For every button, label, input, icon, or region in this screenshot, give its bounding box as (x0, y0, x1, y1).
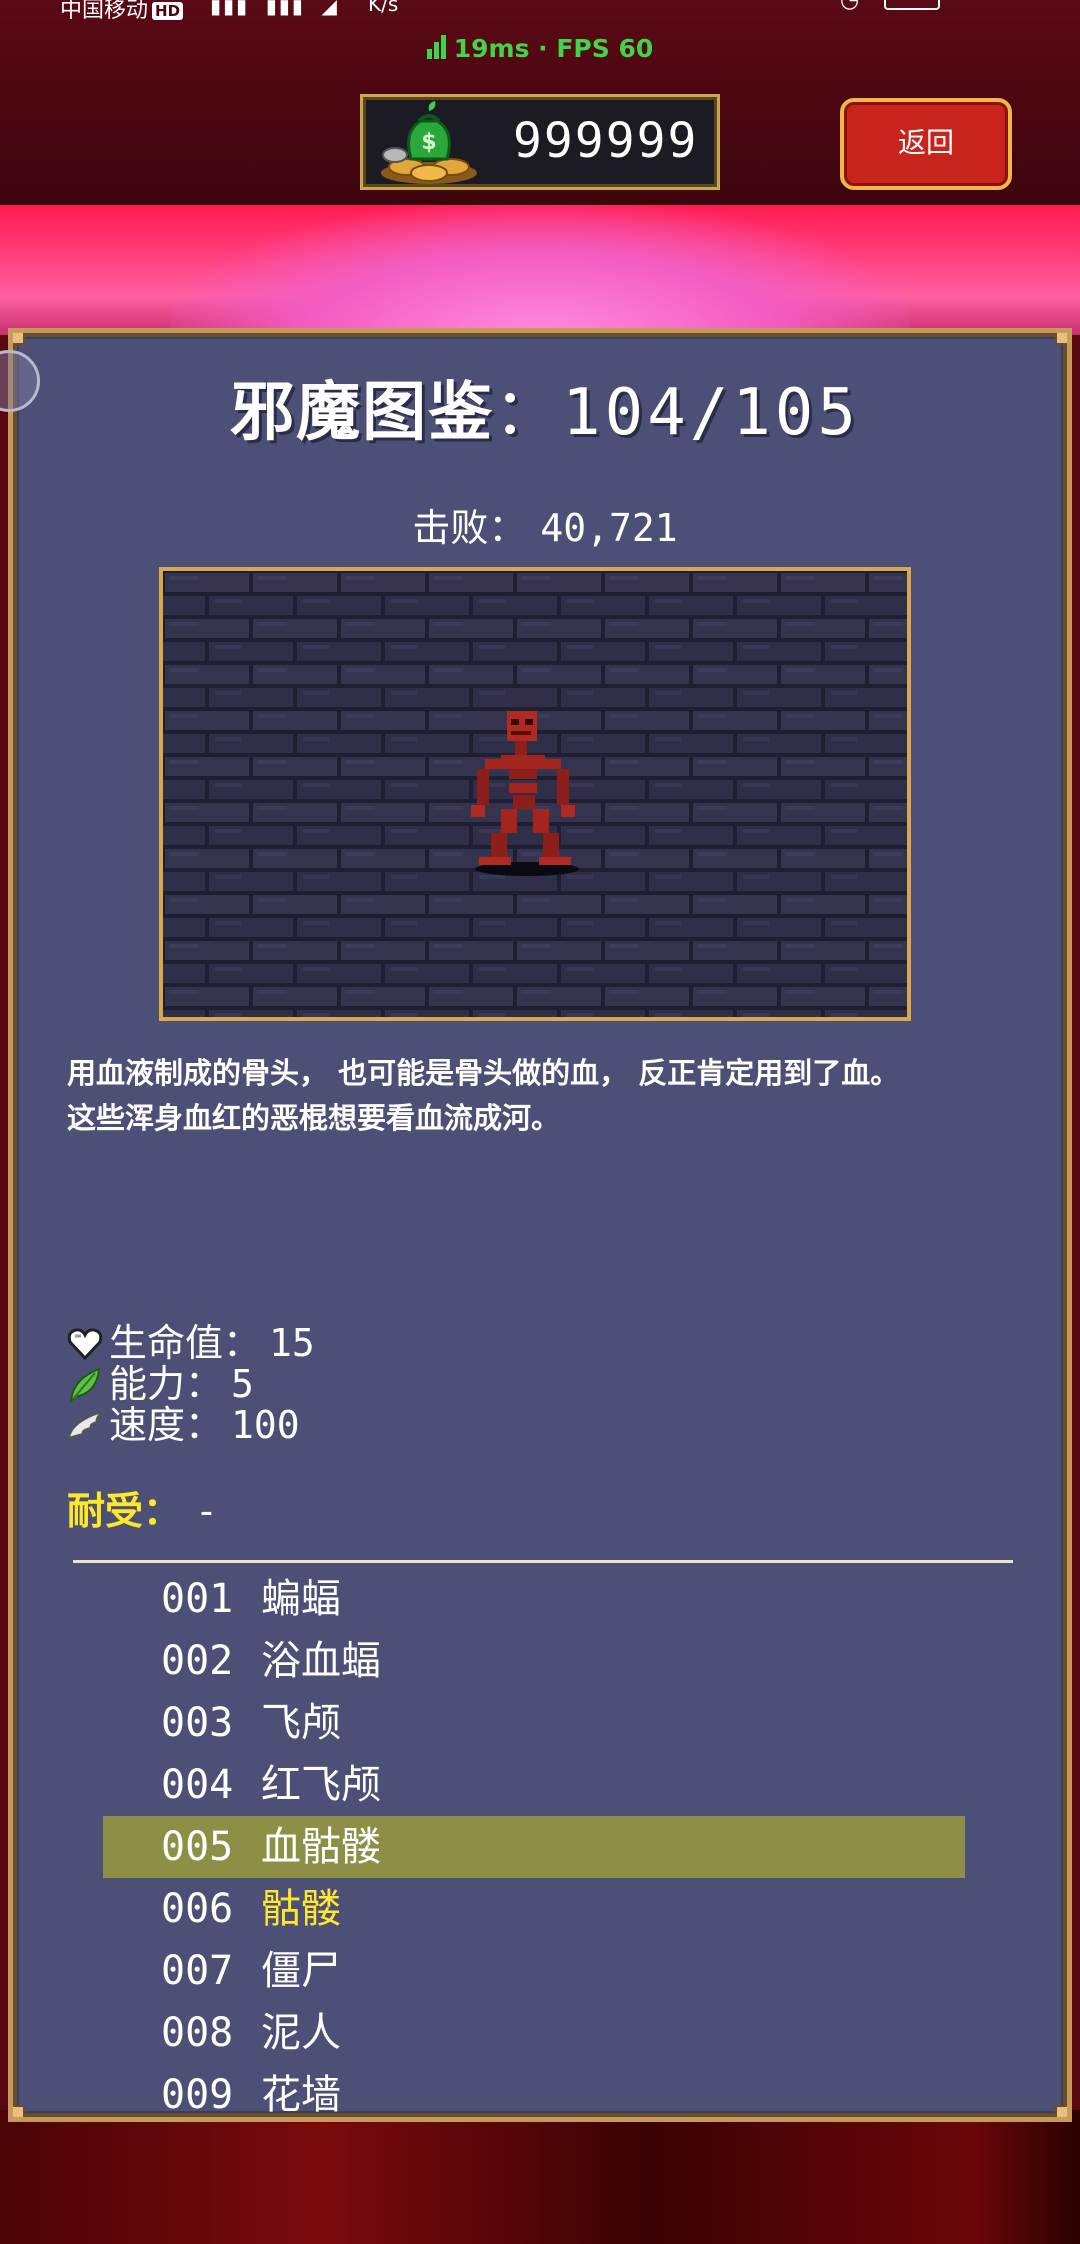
stat-hp-value: 15 (269, 1321, 315, 1365)
bestiary-panel: 邪魔图鉴：104/105 击败： 40,721 用血液制成的骨头， 也可能是骨头… (8, 328, 1072, 2122)
monster-portrait (159, 567, 911, 1021)
ping-fps-indicator: 19ms · FPS 60 (0, 34, 1080, 65)
list-item[interactable]: 008 泥人 (103, 2002, 965, 2064)
background-glow (170, 205, 910, 335)
status-bar: 中国移动 HD ▮▮▮ ▮▮▮ ◢ K/s ◔ (0, 0, 1080, 22)
defeat-number: 40,721 (540, 506, 678, 550)
description-line: 这些浑身血红的恶棍想要看血流成河。 (67, 1101, 561, 1135)
stat-hp: 生命值： 15 (67, 1323, 315, 1364)
bestiary-title: 邪魔图鉴：104/105 (230, 376, 860, 450)
monster-list[interactable]: 001 蝙蝠 002 浴血蝠 003 飞颅 004 红飞颅 005 血骷髅 006 骷髅 0… (13, 1568, 1067, 2117)
defeat-count: 击败： 40,721 (412, 506, 678, 550)
resistance-label: 耐受： (67, 1489, 182, 1533)
list-item[interactable]: 007 僵尸 (103, 1940, 965, 2002)
brick-wall-background (163, 571, 907, 1017)
list-item[interactable]: 003 飞颅 (103, 1692, 965, 1754)
frame-corner (13, 2105, 25, 2117)
top-bar: 中国移动 HD ▮▮▮ ▮▮▮ ◢ K/s ◔ 19ms · FPS 60 $ 9… (0, 0, 1080, 205)
monster-description: 用血液制成的骨头， 也可能是骨头做的血， 反正肯定用到了血。 这些浑身血红的恶棍… (67, 1051, 1027, 1141)
carrier-label: 中国移动 HD (60, 0, 184, 22)
list-item[interactable]: 002 浴血蝠 (103, 1630, 965, 1692)
network-signal-icon (426, 35, 448, 65)
heart-icon (67, 1327, 103, 1360)
back-button[interactable]: 返回 (840, 98, 1012, 190)
list-item[interactable]: 009 花墙 (103, 2064, 965, 2117)
frame-corner (1055, 333, 1067, 345)
monster-stats: 生命值： 15 能力： 5 速度： 100 (67, 1323, 315, 1446)
frame-corner (1055, 2105, 1067, 2117)
list-item[interactable]: 004 红飞颅 (103, 1754, 965, 1816)
resistance-value: - (195, 1489, 218, 1533)
stat-power: 能力： 5 (67, 1364, 315, 1405)
net-speed-label: K/s (368, 0, 399, 16)
list-item[interactable]: 006 骷髅 (103, 1878, 965, 1940)
currency-display: $ 999999 (360, 94, 720, 190)
stat-speed: 速度： 100 (67, 1405, 315, 1446)
list-item-selected[interactable]: 005 血骷髅 (103, 1816, 965, 1878)
alarm-icon: ◔ (840, 0, 860, 13)
divider (73, 1560, 1013, 1563)
signal-icon: ▮▮▮ ▮▮▮ ◢ (210, 0, 339, 18)
stat-power-value: 5 (231, 1362, 254, 1406)
frame-corner (13, 333, 25, 345)
bestiary-count: ：104/105 (494, 376, 860, 450)
stat-speed-value: 100 (231, 1403, 300, 1447)
background-bottom (0, 2110, 1080, 2244)
description-line: 用血液制成的骨头， 也可能是骨头做的血， 反正肯定用到了血。 (67, 1056, 900, 1090)
leaf-icon (69, 1366, 101, 1403)
resistance: 耐受： - (67, 1480, 218, 1535)
hd-badge: HD (152, 2, 184, 20)
list-item[interactable]: 001 蝙蝠 (103, 1568, 965, 1630)
money-bag-coins-icon: $ (381, 101, 477, 184)
svg-text:$: $ (421, 130, 436, 155)
battery-icon (884, 0, 940, 10)
currency-amount: 999999 (513, 113, 699, 169)
wing-icon (67, 1409, 103, 1439)
